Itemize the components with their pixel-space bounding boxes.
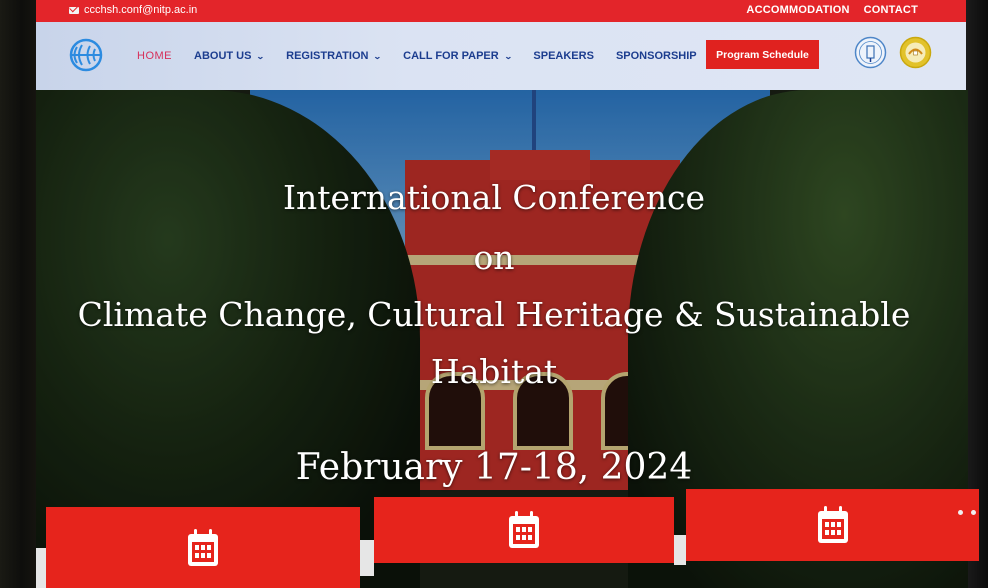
- calendar-icon: [509, 511, 539, 548]
- accommodation-link[interactable]: ACCOMMODATION: [746, 4, 849, 16]
- main-navigation: HOME ABOUT US ⌄ REGISTRATION ⌄ CALL FOR …: [36, 22, 966, 90]
- nav-menu: HOME ABOUT US ⌄ REGISTRATION ⌄ CALL FOR …: [137, 50, 719, 62]
- top-links: ACCOMMODATION CONTACT: [746, 4, 918, 16]
- envelope-icon: [69, 6, 79, 14]
- calendar-icon: [188, 528, 218, 566]
- institute-seal-icon[interactable]: [854, 36, 887, 69]
- chevron-down-icon: ⌄: [503, 51, 513, 61]
- feature-card-3[interactable]: [686, 489, 979, 561]
- nav-item-speakers[interactable]: SPEAKERS: [533, 50, 594, 62]
- feature-card-2[interactable]: [374, 497, 674, 563]
- chevron-down-icon: ⌄: [256, 51, 266, 61]
- slider-dot-1[interactable]: [958, 510, 963, 515]
- chevron-down-icon: ⌄: [373, 51, 383, 61]
- partner-emblem-icon[interactable]: [899, 36, 932, 69]
- feature-card-1[interactable]: [46, 507, 360, 588]
- nav-item-home[interactable]: HOME: [137, 50, 172, 62]
- nav-item-call-for-paper[interactable]: CALL FOR PAPER ⌄: [403, 50, 513, 62]
- contact-email[interactable]: ccchsh.conf@nitp.ac.in: [69, 4, 197, 16]
- nav-item-registration[interactable]: REGISTRATION ⌄: [286, 50, 383, 62]
- slider-dot-2[interactable]: [971, 510, 976, 515]
- hero-title-line-4: Habitat: [430, 352, 558, 391]
- hero-date: February 17-18, 2024: [295, 447, 693, 488]
- top-bar: ccchsh.conf@nitp.ac.in ACCOMMODATION CON…: [36, 0, 966, 22]
- program-schedule-button[interactable]: Program Schedule: [706, 40, 819, 69]
- calendar-icon: [817, 506, 848, 543]
- monitor-bezel-left: [0, 0, 36, 588]
- hero-title-line-2: on: [473, 238, 515, 277]
- slider-pagination: [958, 510, 976, 515]
- hero-title-line-3: Climate Change, Cultural Heritage & Sust…: [77, 295, 911, 334]
- hero-title-line-1: International Conference: [282, 178, 706, 217]
- email-text[interactable]: ccchsh.conf@nitp.ac.in: [84, 4, 197, 16]
- nav-item-sponsorship[interactable]: SPONSORSHIP: [616, 50, 697, 62]
- contact-link[interactable]: CONTACT: [864, 4, 918, 16]
- conference-logo-icon[interactable]: [68, 37, 104, 73]
- nav-item-about-us[interactable]: ABOUT US ⌄: [194, 50, 266, 62]
